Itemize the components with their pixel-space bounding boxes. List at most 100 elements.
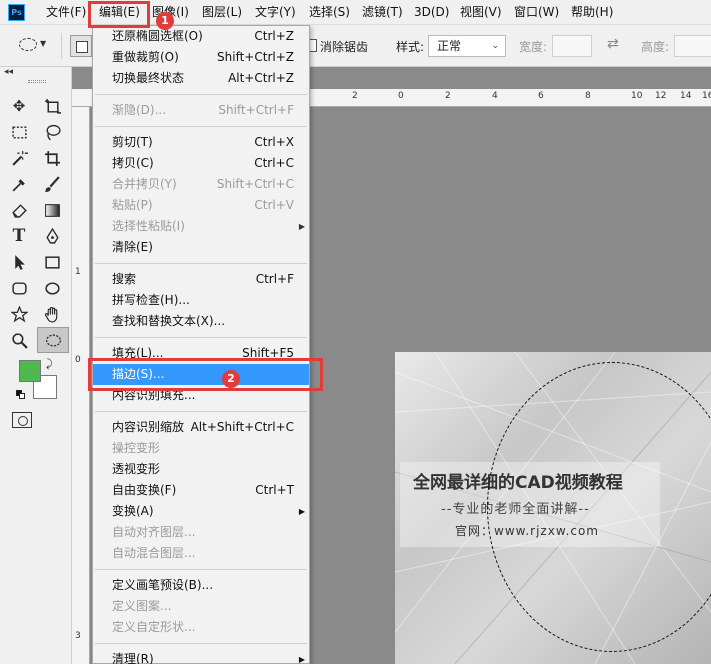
swap-width-height-icon[interactable]: ⇄	[607, 36, 619, 52]
panel-grip[interactable]	[28, 80, 46, 83]
menu-separator	[95, 569, 307, 570]
menu-separator	[95, 263, 307, 264]
eyedropper-tool-icon[interactable]	[7, 173, 31, 195]
swap-colors-icon[interactable]: ⤸	[46, 357, 53, 371]
style-select[interactable]: 正常 ⌄	[428, 35, 506, 57]
menu-select[interactable]: 选择(S)	[309, 0, 350, 25]
chevron-down-icon: ⌄	[491, 41, 499, 51]
ruler-number: 2	[445, 91, 451, 101]
menu-item-purge[interactable]: 清理(R) ▶	[93, 649, 309, 664]
rectangle-tool-icon[interactable]	[40, 251, 64, 273]
move-tool-icon[interactable]: ✥	[7, 95, 31, 117]
custom-shape-tool-icon[interactable]	[7, 303, 31, 325]
default-colors-icon[interactable]	[16, 390, 26, 400]
menu-3d[interactable]: 3D(D)	[414, 0, 449, 25]
new-selection-button[interactable]	[70, 35, 92, 57]
brush-tool-icon[interactable]	[40, 173, 64, 195]
ellipse-tool-icon[interactable]	[40, 277, 64, 299]
gradient-tool-icon[interactable]	[40, 199, 64, 221]
ruler-number: 1	[75, 267, 81, 277]
menu-item-clear[interactable]: 清除(E)	[93, 237, 309, 258]
menu-type[interactable]: 文字(Y)	[255, 0, 296, 25]
rectangular-marquee-tool-icon[interactable]	[7, 121, 31, 143]
menu-item-redo[interactable]: 重做裁剪(O) Shift+Ctrl+Z	[93, 47, 309, 68]
menu-item-transform[interactable]: 变换(A) ▶	[93, 501, 309, 522]
lasso-tool-icon[interactable]	[40, 121, 64, 143]
pen-tool-icon[interactable]	[40, 225, 64, 247]
menu-separator	[95, 337, 307, 338]
magic-wand-tool-icon[interactable]	[7, 147, 31, 169]
annotation-badge: 2	[222, 370, 240, 388]
menu-item-fade: 渐隐(D)... Shift+Ctrl+F	[112, 103, 294, 117]
eraser-tool-icon[interactable]	[7, 199, 31, 221]
crop-tool-icon[interactable]	[40, 147, 64, 169]
submenu-arrow-icon: ▶	[298, 655, 305, 664]
menu-item-perspective-warp[interactable]: 透视变形	[93, 459, 309, 480]
menu-item-define-brush[interactable]: 定义画笔预设(B)...	[93, 575, 309, 596]
menu-layer[interactable]: 图层(L)	[202, 0, 242, 25]
chevron-down-icon[interactable]: ▼	[40, 39, 46, 48]
zoom-tool-icon[interactable]	[7, 329, 31, 351]
submenu-arrow-icon: ▶	[298, 507, 305, 516]
ruler-number: 10	[631, 91, 643, 101]
elliptical-marquee-preset-icon[interactable]	[19, 38, 37, 51]
menu-separator	[95, 94, 307, 95]
menu-item-puppet-warp: 操控变形	[112, 441, 161, 455]
menu-item-find-replace[interactable]: 查找和替换文本(X)...	[93, 311, 309, 332]
menu-view[interactable]: 视图(V)	[460, 0, 502, 25]
annotation-box-stroke	[88, 358, 323, 391]
ruler-number: 14	[680, 91, 692, 101]
menu-item-paste: 粘贴(P) Ctrl+V	[112, 198, 294, 212]
canvas-image[interactable]: 全网最详细的CAD视频教程 --专业的老师全面讲解-- 官网：www.rjzxw…	[395, 352, 711, 664]
artboard-tool-icon[interactable]	[40, 95, 64, 117]
ruler-number: 0	[75, 355, 81, 365]
menu-item-spell-check[interactable]: 拼写检查(H)...	[93, 290, 309, 311]
ruler-number: 3	[75, 631, 81, 641]
rounded-rectangle-tool-icon[interactable]	[7, 277, 31, 299]
height-input[interactable]	[674, 35, 711, 57]
antialias-label: 消除锯齿	[320, 40, 369, 54]
menu-window[interactable]: 窗口(W)	[514, 0, 559, 25]
path-selection-tool-icon[interactable]	[7, 251, 31, 273]
menu-item-search[interactable]: 搜索 Ctrl+F	[93, 269, 309, 290]
menu-item-auto-align-layers: 自动对齐图层...	[112, 525, 196, 539]
ruler-number: 2	[352, 91, 358, 101]
width-input[interactable]	[552, 35, 592, 57]
style-label: 样式:	[396, 40, 425, 54]
ruler-number: 8	[585, 91, 591, 101]
menu-filter[interactable]: 滤镜(T)	[362, 0, 403, 25]
menu-file[interactable]: 文件(F)	[46, 0, 86, 25]
ruler-number: 0	[398, 91, 404, 101]
menu-item-toggle-last-state[interactable]: 切换最终状态 Alt+Ctrl+Z	[93, 68, 309, 89]
ruler-number: 6	[538, 91, 544, 101]
quick-mask-icon[interactable]	[12, 412, 32, 428]
menu-item-copy[interactable]: 拷贝(C) Ctrl+C	[93, 153, 309, 174]
menu-item-define-custom-shape: 定义自定形状...	[112, 620, 196, 634]
annotation-badge: 1	[156, 12, 174, 30]
menu-help[interactable]: 帮助(H)	[571, 0, 613, 25]
menu-item-define-pattern: 定义图案...	[112, 599, 172, 613]
menu-item-free-transform[interactable]: 自由变换(F) Ctrl+T	[93, 480, 309, 501]
menu-separator	[95, 643, 307, 644]
hand-tool-icon[interactable]	[40, 303, 64, 325]
edit-menu-dropdown: 还原椭圆选框(O) Ctrl+Z 重做裁剪(O) Shift+Ctrl+Z 切换最终…	[92, 25, 310, 664]
ruler-number: 4	[492, 91, 498, 101]
menu-item-paste-special: 选择性粘贴(I) ▶	[93, 216, 309, 237]
width-label: 宽度:	[519, 40, 548, 54]
height-label: 高度:	[641, 40, 670, 54]
style-select-value: 正常	[437, 39, 462, 53]
collapse-panel-icon[interactable]: ◂◂	[4, 67, 13, 77]
photoshop-logo: Ps	[8, 4, 25, 21]
annotation-box-edit-menu	[88, 1, 150, 28]
ruler-number: 16	[702, 91, 711, 101]
submenu-arrow-icon: ▶	[298, 222, 305, 231]
menu-item-content-aware-scale[interactable]: 内容识别缩放 Alt+Shift+Ctrl+C	[93, 417, 309, 438]
elliptical-marquee-tool-icon[interactable]	[37, 327, 69, 353]
menu-separator	[95, 411, 307, 412]
menu-item-cut[interactable]: 剪切(T) Ctrl+X	[93, 132, 309, 153]
foreground-color-swatch[interactable]	[19, 360, 41, 382]
ruler-number: 12	[655, 91, 667, 101]
menu-item-auto-blend-layers: 自动混合图层...	[112, 546, 196, 560]
type-tool-icon[interactable]: T	[7, 225, 31, 247]
menu-item-undo[interactable]: 还原椭圆选框(O) Ctrl+Z	[93, 26, 309, 47]
